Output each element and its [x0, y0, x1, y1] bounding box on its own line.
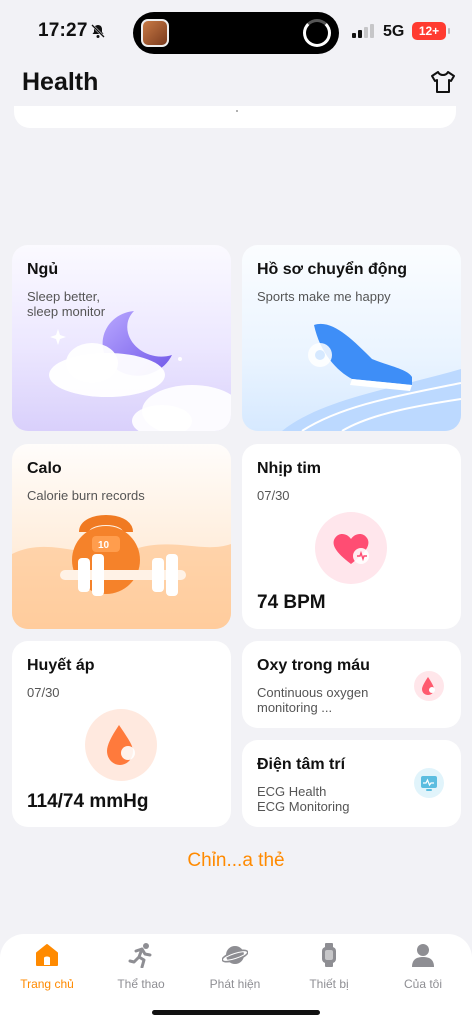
blood-oxygen-title: Oxy trong máu [257, 657, 370, 674]
ecg-title: Điện tâm trí [257, 756, 346, 773]
nav-label-sports: Thể thao [117, 977, 165, 991]
battery-indicator: 12+ [412, 22, 450, 40]
person-icon [412, 944, 434, 967]
sleep-card-title: Ngủ [27, 261, 59, 278]
planet-icon [222, 946, 248, 964]
heart-rate-card[interactable]: Nhịp tim 07/30 74 BPM [242, 444, 461, 629]
oxygen-drop-icon [414, 671, 444, 701]
blood-pressure-value: 114/74 mmHg [27, 791, 149, 812]
heart-rate-title: Nhịp tim [257, 460, 321, 477]
nav-label-profile: Của tôi [403, 977, 443, 991]
heart-rate-value: 74 BPM [257, 592, 326, 613]
nav-label-home: Trang chủ [20, 977, 74, 991]
network-type: 5G [383, 23, 405, 40]
ecg-monitor-icon [414, 768, 444, 798]
nav-label-discover: Phát hiện [209, 977, 261, 991]
nav-item-discover[interactable]: Phát hiện [188, 942, 282, 991]
cellular-signal-icon [352, 24, 376, 38]
moon-cloud-icon [49, 311, 231, 431]
nav-item-home[interactable]: Trang chủ [0, 942, 94, 991]
ecg-subtitle: ECG Health ECG Monitoring [257, 784, 350, 814]
scrolled-card-edge [14, 106, 456, 128]
watch-icon [322, 943, 336, 967]
calorie-card-subtitle: Calorie burn records [27, 488, 145, 503]
nav-item-devices[interactable]: Thiết bị [282, 942, 376, 991]
blood-pressure-title: Huyết áp [27, 657, 95, 674]
shirt-icon[interactable] [430, 70, 456, 94]
heart-icon [315, 512, 387, 584]
calorie-card-title: Calo [27, 460, 62, 477]
heart-rate-date: 07/30 [257, 488, 290, 503]
live-activity-app-icon [141, 19, 169, 47]
sport-card-title: Hồ sơ chuyển động [257, 261, 408, 278]
edit-cards-link[interactable]: Chỉn...a thẻ [0, 850, 472, 872]
sport-card-subtitle: Sports make me happy [257, 289, 391, 304]
nav-item-sports[interactable]: Thể thao [94, 942, 188, 991]
status-time: 17:27 [38, 20, 88, 41]
sport-card[interactable]: Hồ sơ chuyển động Sports make me happy [242, 245, 461, 431]
dynamic-island[interactable] [133, 12, 339, 54]
blood-oxygen-card[interactable]: Oxy trong máu Continuous oxygen monitori… [242, 641, 461, 728]
running-icon [128, 943, 152, 968]
blood-oxygen-subtitle: Continuous oxygen monitoring ... [257, 685, 369, 715]
kettlebell-dumbbell-icon [12, 515, 231, 629]
calorie-card[interactable]: Calo Calorie burn records 10 [12, 444, 231, 629]
sleep-card[interactable]: Ngủ Sleep better, sleep monitor [12, 245, 231, 431]
page-title: Health [22, 68, 99, 96]
activity-ring-icon [303, 19, 331, 47]
bell-off-icon [91, 24, 105, 38]
home-icon [36, 944, 58, 966]
home-indicator [152, 1010, 320, 1015]
status-bar: 17:27 5G 12+ [0, 0, 472, 64]
blood-pressure-card[interactable]: Huyết áp 07/30 114/74 mmHg [12, 641, 231, 827]
nav-label-devices: Thiết bị [309, 977, 349, 991]
blood-pressure-date: 07/30 [27, 685, 60, 700]
kettlebell-number: 10 [98, 540, 110, 551]
blood-drop-icon [85, 709, 157, 781]
nav-item-profile[interactable]: Của tôi [376, 942, 470, 991]
ecg-card[interactable]: Điện tâm trí ECG Health ECG Monitoring [242, 740, 461, 827]
sneaker-icon [282, 323, 461, 431]
